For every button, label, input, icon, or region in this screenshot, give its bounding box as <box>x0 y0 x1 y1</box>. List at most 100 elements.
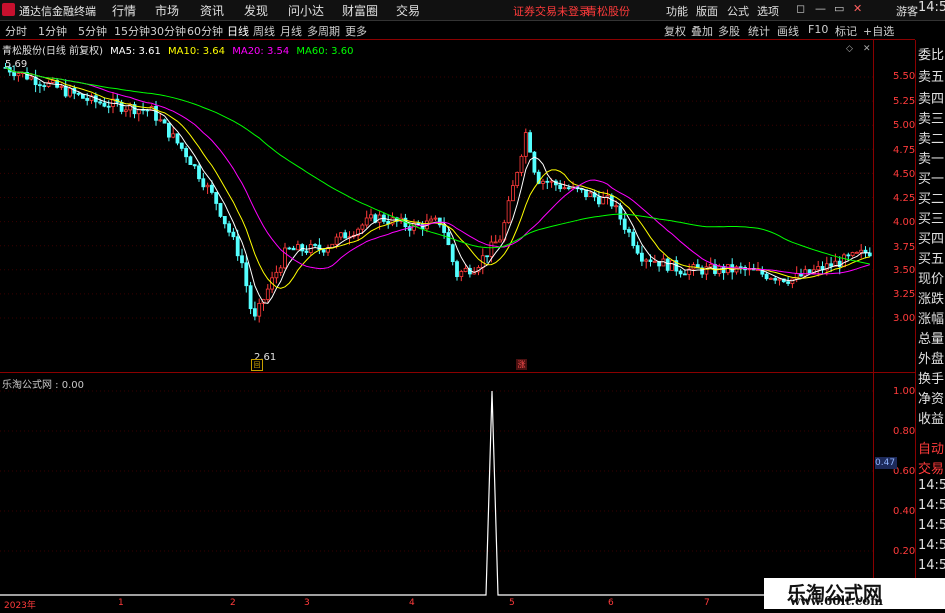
quote-panel-label: 收益 <box>918 412 945 427</box>
app-logo <box>2 3 15 16</box>
menu-xuanxiang[interactable]: 选项 <box>757 3 779 19</box>
price-tick: 5.00 <box>893 120 916 131</box>
candle-body <box>81 93 85 99</box>
quote-panel-label: 卖二 <box>918 132 945 147</box>
tool-fuquan[interactable]: 复权 <box>664 23 686 39</box>
price-tick: 3.00 <box>893 313 916 324</box>
tf-weekly[interactable]: 周线 <box>253 23 275 39</box>
candle-body <box>287 247 292 250</box>
price-tick: 4.25 <box>893 193 916 204</box>
indicator-chart[interactable] <box>0 374 915 598</box>
menu-wenxiaoda[interactable]: 问小达 <box>288 2 324 19</box>
quote-panel-label: 外盘 <box>918 352 945 367</box>
candle-body <box>867 252 872 257</box>
tf-60min[interactable]: 60分钟 <box>187 23 223 39</box>
candle-body <box>274 271 279 279</box>
tf-30min[interactable]: 30分钟 <box>150 23 186 39</box>
candle-body <box>644 259 649 262</box>
tool-tongji[interactable]: 统计 <box>748 23 770 39</box>
quote-panel-label: 14:56 <box>918 518 945 533</box>
price-tick: 4.00 <box>893 217 916 228</box>
quote-panel-label: 委比 <box>918 48 945 63</box>
panel-divider[interactable] <box>0 372 915 373</box>
tf-15min[interactable]: 15分钟 <box>114 23 150 39</box>
tf-1min[interactable]: 1分钟 <box>38 23 67 39</box>
candle-body <box>214 192 219 204</box>
candle-body <box>738 266 743 269</box>
quote-panel-label: 卖三 <box>918 112 945 127</box>
minimize-icon[interactable]: — <box>815 2 826 15</box>
tool-biaoji[interactable]: 标记 <box>835 23 857 39</box>
tf-daily[interactable]: 日线 <box>227 23 249 39</box>
candle-body <box>119 101 124 112</box>
tool-huaxian[interactable]: 画线 <box>777 23 799 39</box>
quote-panel-label: 买一 <box>918 172 945 187</box>
candle-body <box>678 270 683 275</box>
tf-multi[interactable]: 多周期 <box>307 23 340 39</box>
quote-panel-label: 14:56 <box>918 538 945 553</box>
candle-body <box>463 267 468 272</box>
candle-body <box>76 92 81 95</box>
max-price-label: 5.69 <box>5 59 28 70</box>
candle-body <box>506 200 511 224</box>
menu-shichang[interactable]: 市场 <box>155 2 179 19</box>
quote-panel-label: 14:56 <box>918 478 945 493</box>
maximize-icon[interactable]: ▭ <box>834 2 844 15</box>
tool-duogu[interactable]: 多股 <box>718 23 740 39</box>
menu-zixun[interactable]: 资讯 <box>200 2 224 19</box>
price-tick: 5.50 <box>893 71 916 82</box>
indicator-tick: 0.40 <box>893 506 916 517</box>
candle-body <box>102 102 107 107</box>
tool-diejia[interactable]: 叠加 <box>691 23 713 39</box>
menu-banmian[interactable]: 版面 <box>696 3 718 19</box>
candle-body <box>291 247 296 251</box>
low-marker[interactable]: 回 <box>251 359 263 371</box>
candle-body <box>244 262 249 287</box>
tool-f10[interactable]: F10 <box>808 23 828 36</box>
up-marker[interactable]: 涨 <box>516 359 527 370</box>
login-status[interactable]: 证券交易未登录 <box>513 3 590 19</box>
candle-body <box>652 260 657 263</box>
quote-panel-label: 换手 <box>918 372 945 387</box>
candle-body <box>545 180 550 183</box>
candle-body <box>321 249 326 253</box>
candlestick-chart[interactable] <box>0 40 915 372</box>
tf-more[interactable]: 更多 <box>345 23 367 39</box>
candle-body <box>769 278 773 280</box>
restore-icon[interactable]: ◻ <box>796 2 805 15</box>
candle-body <box>433 217 438 220</box>
close-icon[interactable]: ✕ <box>853 2 862 15</box>
quote-panel-label: 14:56 <box>918 0 945 15</box>
menu-hangqing[interactable]: 行情 <box>112 2 136 19</box>
menu-faxian[interactable]: 发现 <box>244 2 268 19</box>
candle-body <box>278 267 283 273</box>
menu-jiaoyi[interactable]: 交易 <box>396 2 420 19</box>
quote-panel-label: 买三 <box>918 212 945 227</box>
candle-body <box>265 288 270 300</box>
candle-body <box>450 244 455 263</box>
tool-add-watch[interactable]: +自选 <box>863 23 894 39</box>
tf-5min[interactable]: 5分钟 <box>78 23 107 39</box>
candle-body <box>670 260 674 271</box>
current-stock: 青松股份 <box>586 5 630 18</box>
quote-panel-label: 总量 <box>918 332 945 347</box>
quote-panel-label: 自动 <box>918 442 945 457</box>
candle-body <box>184 148 189 158</box>
guest-label[interactable]: 游客 <box>896 3 918 19</box>
candle-body <box>601 196 606 205</box>
menu-gongshi[interactable]: 公式 <box>727 3 749 19</box>
timeframe-toolbar: 分时 1分钟 5分钟 15分钟 30分钟 60分钟 日线 周线 月线 多周期 更… <box>0 21 915 40</box>
menu-gongneng[interactable]: 功能 <box>666 3 688 19</box>
tf-monthly[interactable]: 月线 <box>280 23 302 39</box>
price-tick: 4.75 <box>893 145 916 156</box>
watermark-url: www.60lt.com <box>790 594 883 608</box>
candle-body <box>85 97 90 101</box>
candle-body <box>218 203 223 217</box>
tf-fenshi[interactable]: 分时 <box>5 23 27 39</box>
title-bar: 通达信金融终端 行情 市场 资讯 发现 问小达 财富圈 交易 证券交易未登录 青… <box>0 0 945 21</box>
quote-panel-label: 现价 <box>918 272 945 287</box>
menu-caifuquan[interactable]: 财富圈 <box>342 2 378 19</box>
candle-body <box>515 172 520 187</box>
candle-body <box>850 252 855 257</box>
axis-divider <box>873 40 874 600</box>
